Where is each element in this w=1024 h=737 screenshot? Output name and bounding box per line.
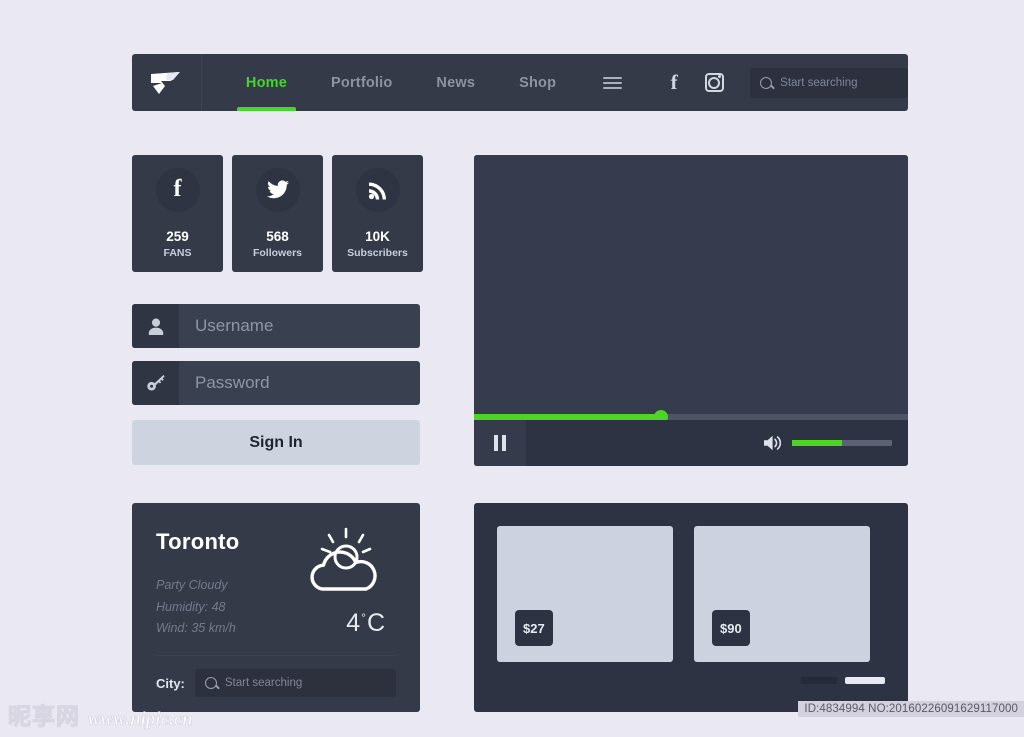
product-carousel: $27 $90 [474, 503, 908, 712]
user-icon [148, 318, 163, 335]
stat-count: 10K [365, 228, 390, 244]
nav-item-news[interactable]: News [414, 54, 497, 111]
watermark-url: www.nipic.cn [88, 709, 193, 731]
pause-icon [494, 435, 506, 451]
site-watermark: 昵享网 www.nipic.cn [8, 697, 194, 731]
instagram-icon [704, 73, 724, 92]
video-screen[interactable] [474, 155, 908, 420]
stat-icon-badge: f [155, 167, 200, 212]
page-root: Home Portfolio News Shop f Start searchi… [0, 0, 1024, 737]
nav-item-portfolio-label: Portfolio [331, 74, 393, 91]
nav-item-news-label: News [436, 74, 476, 91]
pagination-dot-active[interactable] [845, 677, 885, 684]
hamburger-menu-button[interactable] [592, 63, 632, 103]
nav-item-home[interactable]: Home [224, 54, 309, 111]
password-field-wrapper[interactable] [132, 361, 420, 405]
facebook-icon: f [173, 176, 182, 203]
nav-item-home-label: Home [245, 74, 288, 91]
username-icon-box [132, 304, 179, 348]
volume-slider-fill [792, 440, 842, 446]
stat-card-twitter[interactable]: 568 Followers [232, 155, 323, 272]
nav-links: Home Portfolio News Shop [224, 54, 578, 111]
watermark-brand-cn: 昵享网 [8, 704, 80, 731]
nav-item-portfolio[interactable]: Portfolio [309, 54, 414, 111]
stat-icon-badge [255, 167, 300, 212]
weather-divider [156, 655, 396, 656]
social-stats: f 259 FANS 568 Followers 10K Subscribers [132, 155, 423, 272]
video-player [474, 155, 908, 466]
sign-in-button[interactable]: Sign In [132, 420, 420, 465]
sun-behind-cloud-icon [310, 527, 377, 591]
password-icon-box [132, 361, 179, 405]
product-price: $90 [712, 610, 750, 646]
product-price: $27 [515, 610, 553, 646]
stat-label: Followers [252, 247, 302, 260]
city-search[interactable] [194, 669, 396, 697]
stat-card-facebook[interactable]: f 259 FANS [132, 155, 223, 272]
weather-temperature: 4°C [346, 609, 386, 638]
weather-city-search-row: City: [156, 669, 396, 697]
volume-slider[interactable] [792, 440, 892, 446]
stat-card-rss[interactable]: 10K Subscribers [332, 155, 423, 272]
rss-icon [368, 182, 386, 200]
facebook-icon: f [670, 70, 678, 94]
search-input[interactable] [780, 76, 898, 89]
search-icon [204, 677, 217, 689]
pause-button[interactable] [474, 420, 526, 466]
video-controls [474, 420, 908, 466]
watermark-id: ID:4834994 NO:20160226091629117000 [798, 701, 1024, 717]
speaker-icon[interactable] [764, 435, 782, 451]
hamburger-menu-icon [602, 74, 622, 92]
nav-item-shop[interactable]: Shop [497, 54, 578, 111]
volume-group [764, 435, 908, 451]
stat-icon-badge [355, 167, 400, 212]
facebook-link[interactable]: f [654, 63, 694, 103]
product-list: $27 $90 [497, 526, 885, 662]
weather-temp-value: 4 [346, 609, 362, 637]
navbar-search[interactable] [750, 67, 908, 98]
stat-count: 568 [266, 228, 289, 244]
pagination-dot[interactable] [801, 677, 837, 684]
nav-item-shop-label: Shop [519, 74, 557, 91]
city-label: City: [156, 675, 185, 691]
weather-widget: Toronto Party Cloudy Humidity: 48 Wind: … [132, 503, 420, 712]
twitter-icon [266, 180, 289, 199]
password-input[interactable] [179, 361, 420, 405]
nav-icon-group: f [592, 63, 734, 103]
weather-unit: C [366, 609, 386, 637]
username-field-wrapper[interactable] [132, 304, 420, 348]
username-input[interactable] [179, 304, 420, 348]
brand-logo-icon [151, 71, 181, 94]
carousel-pagination [801, 677, 885, 684]
key-icon [146, 375, 165, 391]
stat-count: 259 [166, 228, 189, 244]
city-search-input[interactable] [224, 677, 386, 689]
search-icon [760, 76, 773, 89]
product-card[interactable]: $27 [497, 526, 673, 662]
brand-logo[interactable] [132, 54, 202, 111]
stat-label: Subscribers [347, 247, 408, 260]
instagram-link[interactable] [694, 63, 734, 103]
stat-label: FANS [163, 247, 192, 260]
product-card[interactable]: $90 [694, 526, 870, 662]
main-navbar: Home Portfolio News Shop f [132, 54, 908, 111]
